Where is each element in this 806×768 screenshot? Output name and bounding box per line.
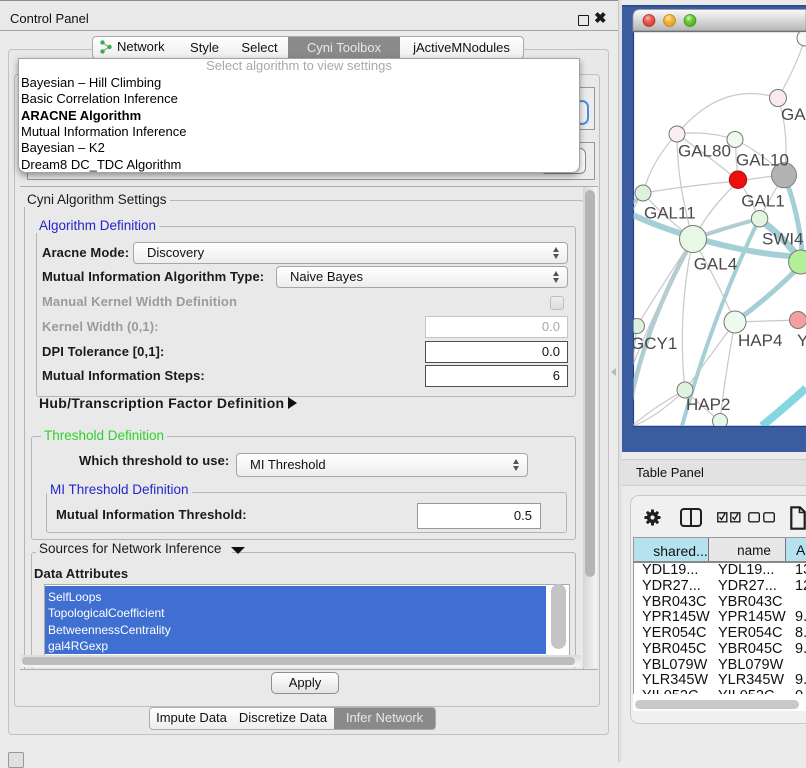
- svg-text:GAL80: GAL80: [678, 142, 731, 161]
- svg-text:Y: Y: [797, 331, 806, 350]
- svg-text:HAP4: HAP4: [738, 331, 782, 350]
- svg-text:GAL: GAL: [781, 105, 806, 124]
- svg-text:HAP2: HAP2: [686, 395, 730, 414]
- svg-text:GAL1: GAL1: [741, 191, 784, 210]
- svg-text:GAL10: GAL10: [736, 151, 789, 170]
- svg-text:GAL11: GAL11: [644, 204, 696, 223]
- svg-text:SWI4: SWI4: [762, 230, 804, 249]
- svg-text:GAL4: GAL4: [694, 254, 737, 273]
- svg-text:GCY1: GCY1: [631, 334, 677, 353]
